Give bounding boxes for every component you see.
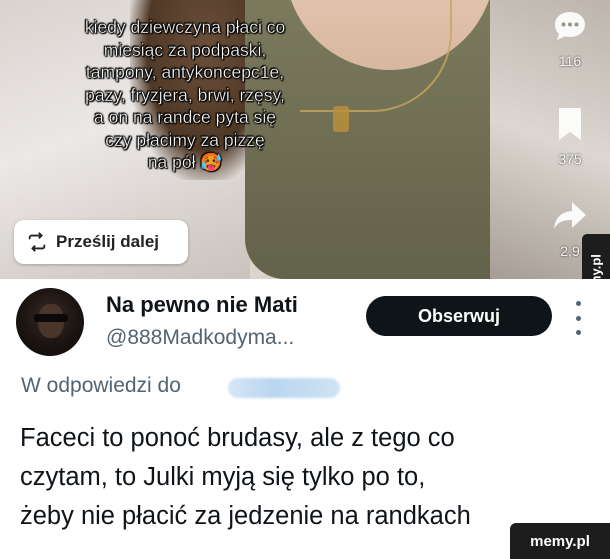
tweet-card: Na pewno nie Mati @888Madkodyma... Obser… [0,279,610,559]
watermark-bottom: memy.pl [510,523,610,559]
tweet-line: czytam, to Julki myją się tylko po to, [20,463,426,491]
caption-line: miesiąc za podpaski, [103,39,267,60]
share-forward-label: Prześlij dalej [56,232,159,251]
video-caption: kiedy dziewczyna płaci co miesiąc za pod… [30,16,340,174]
repost-icon [28,232,46,252]
share-forward-button[interactable]: Prześlij dalej [14,220,188,264]
bookmark-icon [559,108,581,140]
save-action[interactable]: 375 [548,104,592,167]
caption-line: na pół 🥵 [147,152,223,172]
display-name[interactable]: Na pewno nie Mati [106,292,298,318]
caption-line: a on na randce pyta się [94,107,276,127]
comment-count: 116 [558,53,582,69]
caption-line: czy płacimy za pizzę [105,129,265,150]
follow-button[interactable]: Obserwuj [366,296,552,336]
video-screenshot: kiedy dziewczyna płaci co miesiąc za pod… [0,0,610,279]
tweet-line: Faceci to ponoć brudasy, ale z tego co [20,424,455,452]
redacted-username [228,378,340,398]
tweet-line: żeby nie płacić za jedzenie na randkach [20,502,471,530]
user-handle[interactable]: @888Madkodyma... [106,326,294,350]
tweet-text: Faceci to ponoć brudasy, ale z tego co c… [20,419,595,536]
caption-line: pazy, fryzjera, brwi, rzęsy, [85,84,285,105]
avatar[interactable] [16,288,84,356]
comment-action[interactable]: 116 [548,6,592,69]
caption-line: kiedy dziewczyna płaci co [84,17,286,37]
more-options-icon[interactable] [571,301,585,335]
save-count: 375 [558,151,582,167]
reply-context: W odpowiedzi do [21,374,181,397]
share-arrow-icon [554,202,586,229]
comment-icon [555,12,585,40]
caption-line: tampony, antykoncepc1e, [85,62,285,82]
